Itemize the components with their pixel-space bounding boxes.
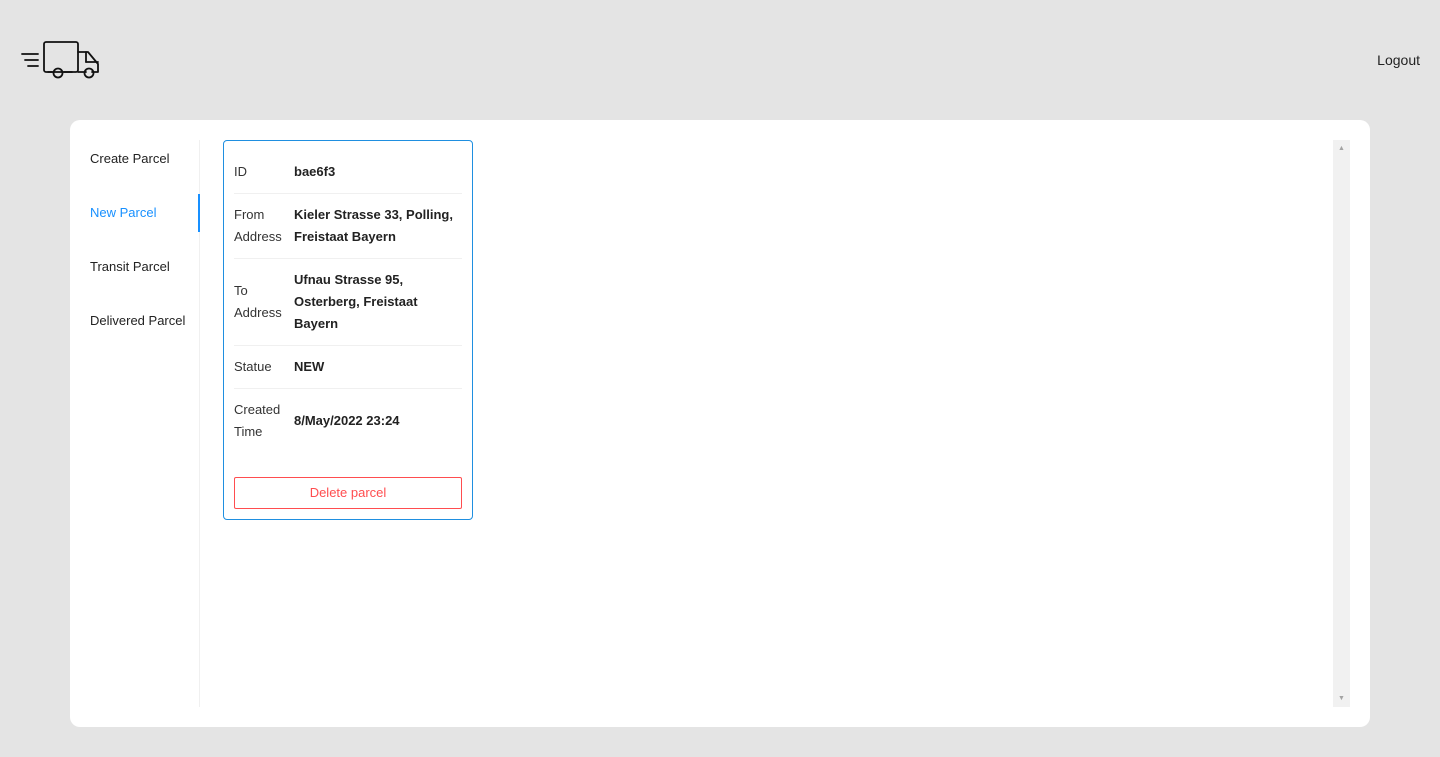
parcel-created-value: 8/May/2022 23:24 bbox=[294, 413, 400, 428]
parcel-status-row: Statue NEW bbox=[234, 346, 462, 389]
parcel-from-row: From Address Kieler Strasse 33, Polling,… bbox=[234, 194, 462, 259]
parcel-from-label: From Address bbox=[234, 207, 282, 244]
parcel-to-value: Ufnau Strasse 95, Osterberg, Freistaat B… bbox=[294, 272, 418, 331]
delivery-truck-icon[interactable] bbox=[20, 40, 102, 80]
parcel-to-label: To Address bbox=[234, 283, 282, 320]
parcel-status-label: Statue bbox=[234, 359, 272, 374]
parcel-list: ID bae6f3 From Address Kieler Strasse 33… bbox=[223, 140, 1333, 707]
parcel-from-value: Kieler Strasse 33, Polling, Freistaat Ba… bbox=[294, 207, 453, 244]
parcel-created-row: Created Time 8/May/2022 23:24 bbox=[234, 389, 462, 453]
sidebar-item-new-parcel[interactable]: New Parcel bbox=[70, 194, 200, 232]
parcel-created-label: Created Time bbox=[234, 402, 281, 439]
parcel-id-value: bae6f3 bbox=[294, 164, 336, 179]
app-header: Logout bbox=[0, 0, 1440, 120]
sidebar-item-delivered-parcel[interactable]: Delivered Parcel bbox=[70, 302, 199, 340]
sidebar-menu: Create Parcel New Parcel Transit Parcel … bbox=[70, 140, 200, 707]
scroll-up-arrow-icon[interactable]: ▲ bbox=[1333, 140, 1350, 157]
parcel-id-label: ID bbox=[234, 164, 247, 179]
sidebar-item-create-parcel[interactable]: Create Parcel bbox=[70, 140, 199, 178]
parcel-id-row: ID bae6f3 bbox=[234, 151, 462, 194]
vertical-scrollbar[interactable]: ▲ ▼ bbox=[1333, 140, 1350, 707]
logout-button[interactable]: Logout bbox=[1377, 52, 1420, 68]
delete-parcel-button[interactable]: Delete parcel bbox=[234, 477, 462, 509]
parcel-status-value: NEW bbox=[294, 359, 325, 374]
sidebar-item-transit-parcel[interactable]: Transit Parcel bbox=[70, 248, 199, 286]
main-panel: Create Parcel New Parcel Transit Parcel … bbox=[70, 120, 1370, 727]
parcel-to-row: To Address Ufnau Strasse 95, Osterberg, … bbox=[234, 259, 462, 346]
parcel-card: ID bae6f3 From Address Kieler Strasse 33… bbox=[223, 140, 473, 520]
scroll-down-arrow-icon[interactable]: ▼ bbox=[1333, 690, 1350, 707]
